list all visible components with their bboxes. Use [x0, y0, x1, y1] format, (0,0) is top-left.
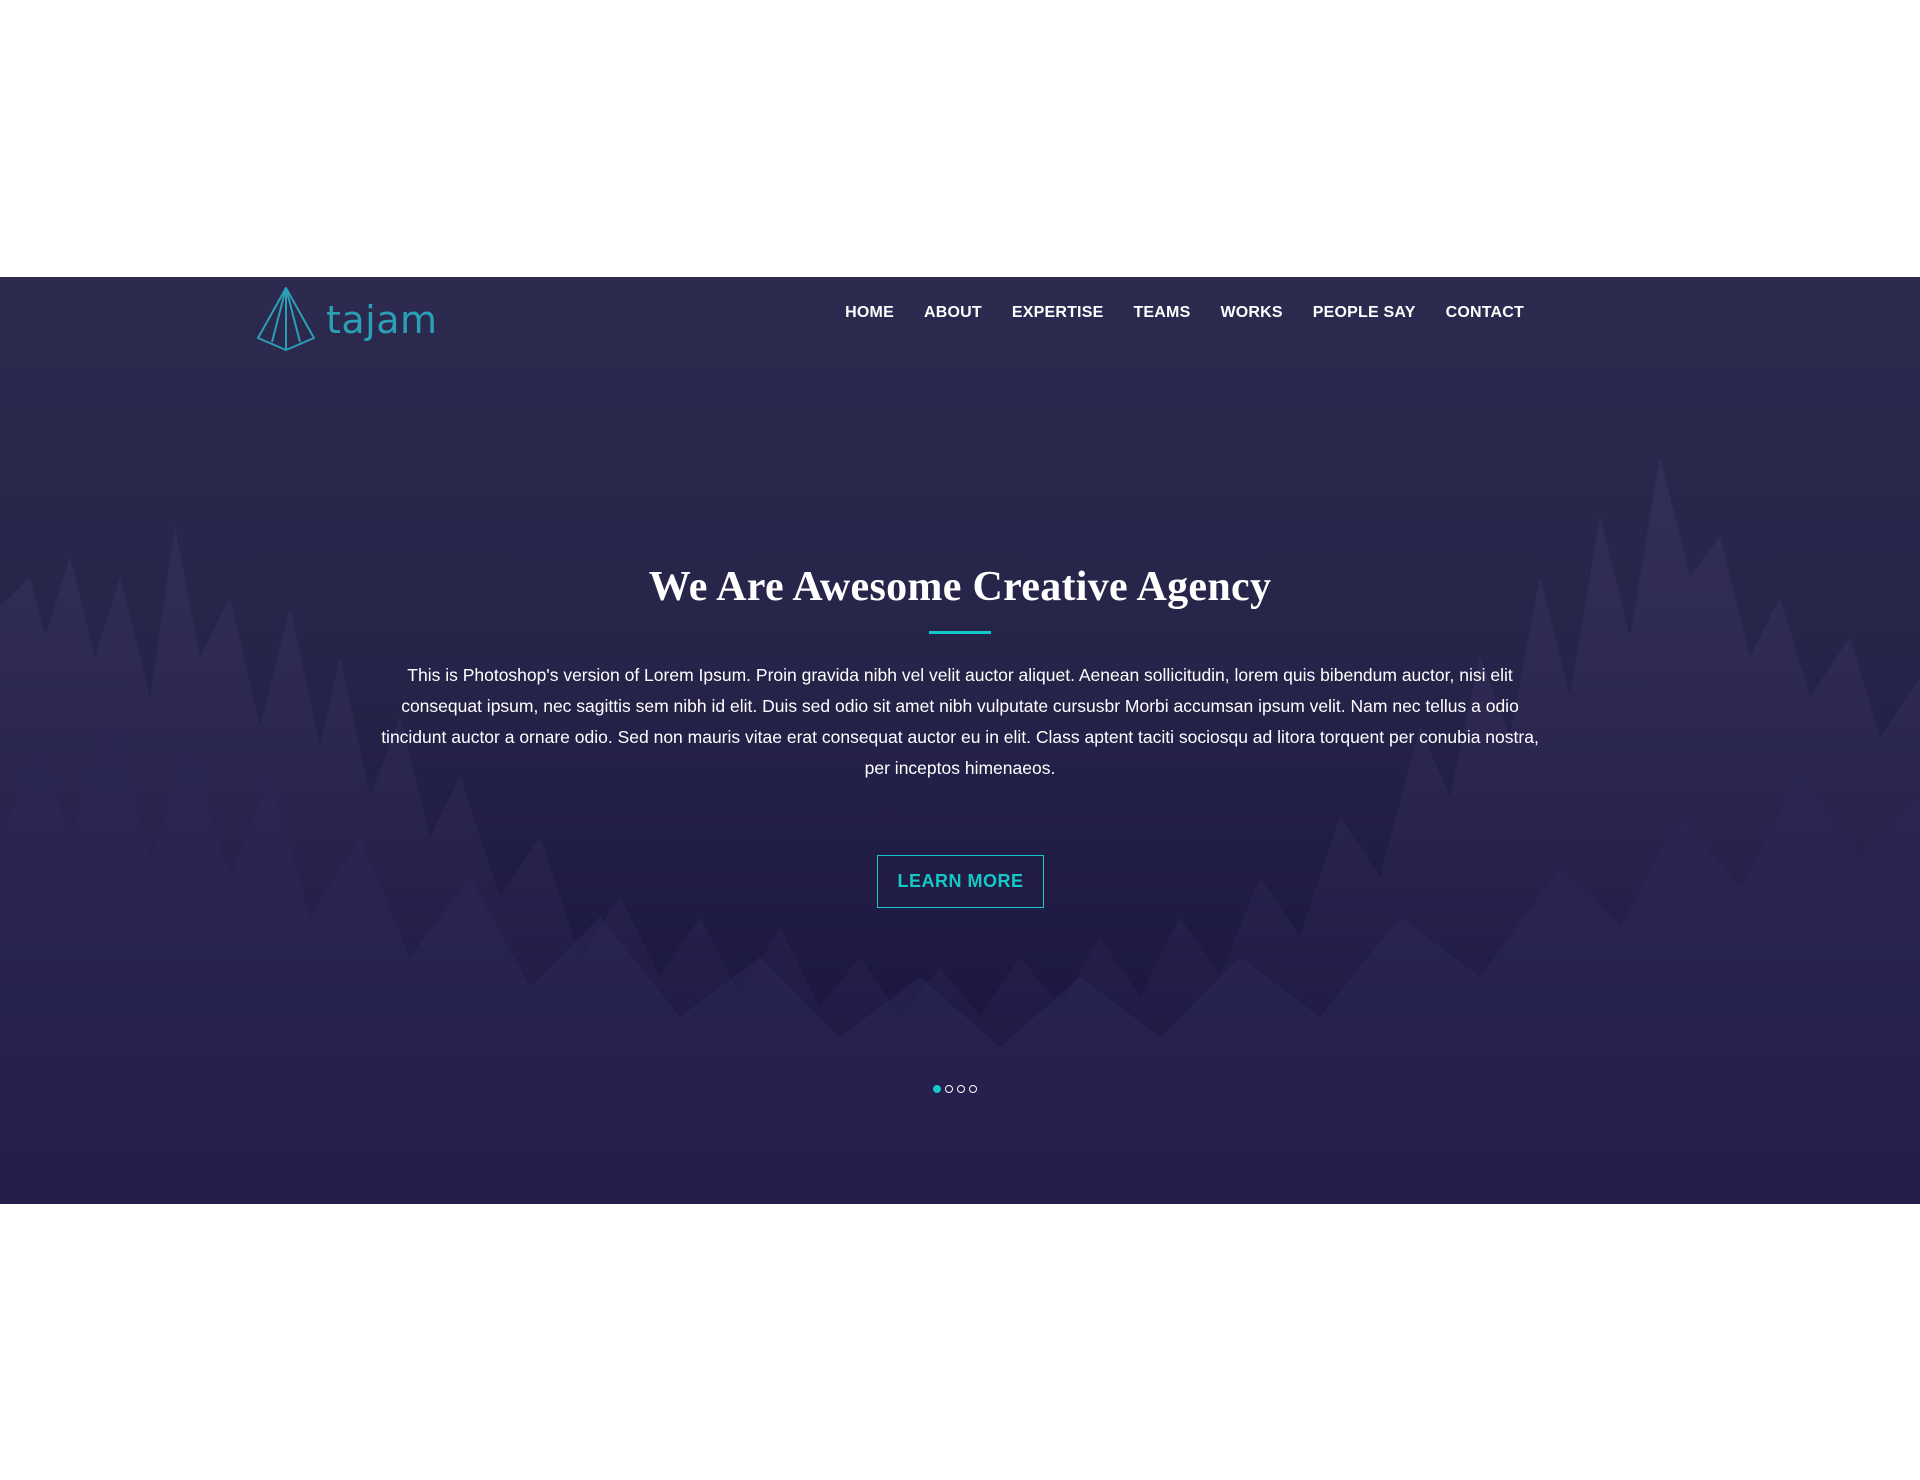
nav-item-teams[interactable]: TEAMS — [1133, 301, 1190, 325]
main-navigation: HOME ABOUT EXPERTISE TEAMS WORKS PEOPLE … — [845, 301, 1524, 325]
brand-logo[interactable]: tajam — [256, 286, 438, 352]
paper-plane-logo-icon — [257, 287, 315, 351]
nav-item-home[interactable]: HOME — [845, 301, 894, 325]
learn-more-button[interactable]: LEARN MORE — [877, 855, 1044, 908]
slider-pagination — [933, 1085, 977, 1093]
nav-item-works[interactable]: WORKS — [1220, 301, 1282, 325]
slider-dot-3[interactable] — [957, 1085, 965, 1093]
slider-dot-1[interactable] — [933, 1085, 941, 1093]
hero-section: tajam HOME ABOUT EXPERTISE TEAMS WORKS P… — [0, 277, 1920, 1204]
nav-item-people-say[interactable]: PEOPLE SAY — [1313, 301, 1416, 325]
nav-item-expertise[interactable]: EXPERTISE — [1012, 301, 1104, 325]
slider-dot-4[interactable] — [969, 1085, 977, 1093]
nav-item-about[interactable]: ABOUT — [924, 301, 982, 325]
title-divider — [929, 631, 991, 634]
hero-description: This is Photoshop's version of Lorem Ips… — [381, 665, 1539, 778]
hero-title: We Are Awesome Creative Agency — [648, 564, 1272, 610]
brand-name: tajam — [326, 298, 438, 342]
nav-item-contact[interactable]: CONTACT — [1446, 301, 1524, 325]
slider-dot-2[interactable] — [945, 1085, 953, 1093]
